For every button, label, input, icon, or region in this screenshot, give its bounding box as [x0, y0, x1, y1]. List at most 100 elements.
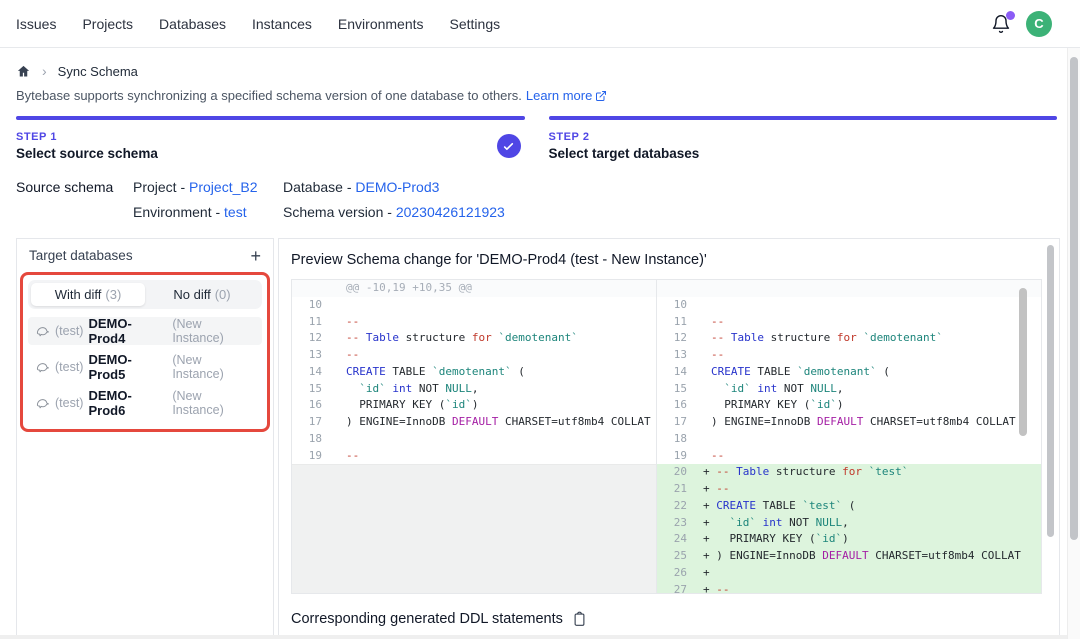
line-number: [657, 280, 697, 297]
line-number: 27: [657, 582, 697, 594]
source-link-project[interactable]: Project_B2: [189, 179, 257, 195]
database-item-demo-prod6[interactable]: (test)DEMO-Prod6(New Instance): [28, 389, 262, 417]
database-name: DEMO-Prod5: [88, 352, 167, 382]
line-number: 17: [292, 414, 332, 431]
mysql-icon: [35, 396, 50, 410]
diff-code-row: 22+ CREATE TABLE `test` (: [657, 498, 1041, 515]
source-field-environment: Environment - test: [133, 204, 283, 220]
avatar[interactable]: C: [1026, 11, 1052, 37]
database-item-demo-prod4[interactable]: (test)DEMO-Prod4(New Instance): [28, 317, 262, 345]
tab-no-diff[interactable]: No diff(0): [145, 283, 259, 306]
line-number: 25: [657, 548, 697, 565]
breadcrumb-page: Sync Schema: [58, 64, 138, 79]
line-number: 10: [292, 297, 332, 314]
intro-text: Bytebase supports synchronizing a specif…: [16, 88, 607, 103]
editor-scrollbar-thumb[interactable]: [1019, 288, 1027, 436]
code-line: [697, 280, 1041, 297]
line-number: 13: [292, 347, 332, 364]
diff-code-row: 10: [657, 297, 1041, 314]
learn-more-link[interactable]: Learn more: [526, 88, 607, 103]
diff-code-row: 19--: [292, 448, 656, 465]
nav-right: C: [991, 11, 1064, 37]
code-line: --: [697, 448, 1041, 465]
source-link-database[interactable]: DEMO-Prod3: [355, 179, 439, 195]
database-env: (test): [55, 360, 83, 374]
mysql-icon: [35, 324, 50, 338]
code-line: + --: [697, 582, 1041, 594]
database-badge: (New Instance): [172, 353, 255, 381]
line-number: 14: [292, 364, 332, 381]
add-target-database-button[interactable]: +: [250, 247, 261, 265]
code-line: PRIMARY KEY (`id`): [332, 397, 656, 414]
diff-pane-modified[interactable]: 1011--12-- Table structure for `demotena…: [657, 280, 1041, 593]
home-icon[interactable]: [16, 64, 31, 79]
diff-code-row: 16 PRIMARY KEY (`id`): [292, 397, 656, 414]
source-link-environment[interactable]: test: [224, 204, 247, 220]
target-databases-title: Target databases: [29, 248, 133, 263]
diff-pane-original[interactable]: @@ -10,19 +10,35 @@1011--12-- Table stru…: [292, 280, 656, 593]
line-number: 19: [657, 448, 697, 465]
nav-item-instances[interactable]: Instances: [252, 16, 312, 32]
code-line: -- Table structure for `demotenant`: [332, 330, 656, 347]
nav-items: Issues Projects Databases Instances Environm…: [16, 16, 500, 32]
code-line: ) ENGINE=InnoDB DEFAULT CHARSET=utf8mb4 …: [332, 414, 656, 431]
code-line: [332, 431, 656, 448]
code-line: --: [332, 448, 656, 465]
line-number: 18: [657, 431, 697, 448]
database-badge: (New Instance): [172, 389, 255, 417]
nav-item-projects[interactable]: Projects: [82, 16, 133, 32]
mysql-icon: [35, 360, 50, 374]
line-number: 15: [657, 381, 697, 398]
code-line: `id` int NOT NULL,: [332, 381, 656, 398]
code-line: + PRIMARY KEY (`id`): [697, 531, 1041, 548]
code-line: PRIMARY KEY (`id`): [697, 397, 1041, 414]
target-databases-highlight: With diff(3)No diff(0) (test)DEMO-Prod4(…: [20, 272, 270, 432]
line-number: 21: [657, 481, 697, 498]
source-field-database: Database - DEMO-Prod3: [283, 179, 439, 195]
database-item-demo-prod5[interactable]: (test) DEMO-Prod5(New Instance): [28, 353, 262, 381]
diff-code-row: 24+ PRIMARY KEY (`id`): [657, 531, 1041, 548]
diff-code-row: 20+ -- Table structure for `test`: [657, 464, 1041, 481]
nav-item-issues[interactable]: Issues: [16, 16, 56, 32]
tab-with-diff[interactable]: With diff(3): [31, 283, 145, 306]
diff-code-row: 16 PRIMARY KEY (`id`): [657, 397, 1041, 414]
source-link-schema-version[interactable]: 20230426121923: [396, 204, 505, 220]
diff-code-row: 15 `id` int NOT NULL,: [657, 381, 1041, 398]
stepper: STEP 1 Select source schema STEP 2 Selec…: [16, 116, 1057, 161]
notifications-button[interactable]: [991, 14, 1011, 34]
line-number: 19: [292, 448, 332, 465]
database-name: DEMO-Prod4: [88, 316, 167, 346]
line-number: 22: [657, 498, 697, 515]
preview-panel: Preview Schema change for 'DEMO-Prod4 (t…: [278, 238, 1060, 639]
ddl-statements-title: Corresponding generated DDL statements: [291, 611, 563, 627]
nav-item-environments[interactable]: Environments: [338, 16, 424, 32]
code-line: [697, 431, 1041, 448]
diff-code-row: 19--: [657, 448, 1041, 465]
diff-code-row: 21+ --: [657, 481, 1041, 498]
nav-item-databases[interactable]: Databases: [159, 16, 226, 32]
diff-code-row: 12-- Table structure for `demotenant`: [292, 330, 656, 347]
line-number: 16: [292, 397, 332, 414]
diff-tabbar: With diff(3)No diff(0): [28, 280, 262, 309]
copy-ddl-button[interactable]: [572, 611, 587, 627]
target-database-list: (test)DEMO-Prod4(New Instance)(test)DEMO…: [28, 317, 262, 417]
preview-scrollbar-thumb[interactable]: [1047, 245, 1054, 537]
nav-item-settings[interactable]: Settings: [450, 16, 501, 32]
diff-code-row: 18: [657, 431, 1041, 448]
horizontal-scrollbar[interactable]: [0, 635, 1080, 639]
code-line: --: [697, 314, 1041, 331]
step-2-title: Select target databases: [549, 146, 700, 161]
page-scrollbar-thumb[interactable]: [1070, 57, 1078, 540]
diff-code-row: 13--: [292, 347, 656, 364]
source-field-project: Project - Project_B2: [133, 179, 283, 195]
preview-title: Preview Schema change for 'DEMO-Prod4 (t…: [291, 252, 1045, 268]
source-spacer: [16, 204, 133, 220]
page-scrollbar[interactable]: [1067, 48, 1080, 639]
diff-code-row: 26+: [657, 565, 1041, 582]
schema-diff-editor[interactable]: @@ -10,19 +10,35 @@1011--12-- Table stru…: [291, 279, 1042, 594]
line-number: 15: [292, 381, 332, 398]
line-number: 24: [657, 531, 697, 548]
external-link-icon: [595, 90, 607, 102]
code-line: + ) ENGINE=InnoDB DEFAULT CHARSET=utf8mb…: [697, 548, 1041, 565]
code-line: + --: [697, 481, 1041, 498]
